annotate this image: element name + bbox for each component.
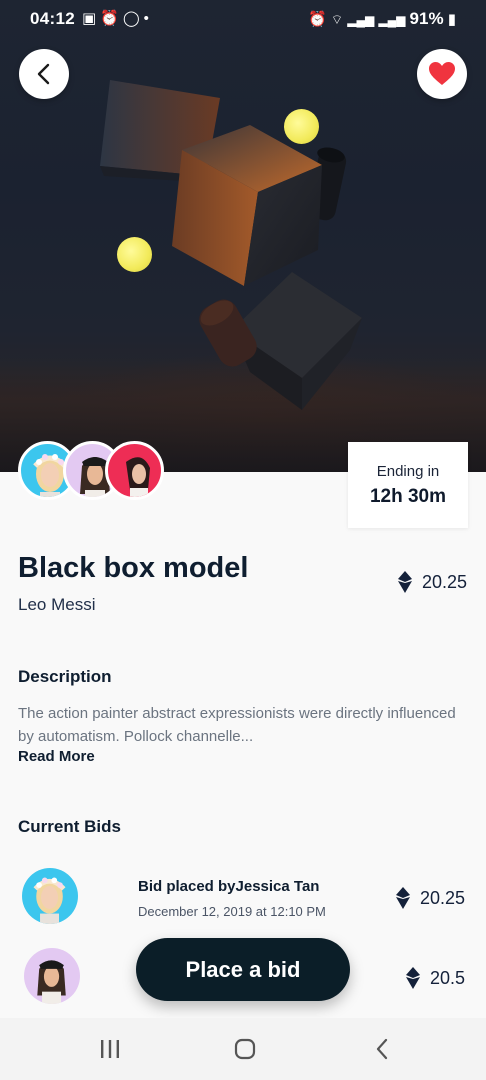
avatar-owner-3[interactable]	[105, 441, 164, 500]
alarm-icon: ⏰	[100, 10, 123, 27]
description-heading: Description	[18, 667, 112, 686]
ethereum-icon	[397, 571, 412, 593]
signal-icon: ▂▄▆	[378, 13, 406, 27]
alarm-icon: ⏰	[307, 11, 327, 28]
home-button[interactable]	[225, 1018, 265, 1080]
bid-price-value: 20.25	[419, 887, 465, 908]
hero-artwork: 04:12 ▣⏰◯• ⏰ ⌔ ▂▄▆ ▂▄▆ 91% ▮	[0, 0, 486, 472]
signal-icon: ▂▄▆	[347, 13, 375, 27]
avatar-image	[126, 457, 150, 497]
system-nav-bar	[0, 1018, 486, 1080]
avatar-image	[33, 877, 66, 924]
chevron-left-icon	[37, 63, 50, 85]
wifi-icon: ⌔	[330, 12, 344, 27]
dot-icon: •	[143, 10, 153, 27]
heart-icon	[429, 62, 455, 85]
battery-icon: ▮	[447, 11, 456, 28]
recent-apps-button[interactable]	[90, 1018, 130, 1080]
favorite-button[interactable]	[417, 49, 467, 99]
bid-placed-by: Bid placed byJessica Tan	[138, 878, 320, 895]
bid-price-value: 20.5	[429, 967, 465, 988]
ethereum-icon	[395, 887, 410, 909]
ethereum-icon	[405, 967, 420, 989]
system-icons: ⏰ ⌔ ▂▄▆ ▂▄▆ 91% ▮	[308, 9, 456, 29]
item-artist[interactable]: Leo Messi	[18, 595, 95, 615]
auction-ending-card: Ending in 12h 30m	[348, 442, 468, 528]
item-title: Black box model	[18, 552, 249, 584]
bidder-avatar	[24, 948, 80, 1004]
place-bid-button[interactable]: Place a bid	[136, 938, 350, 1001]
image-icon: ▣	[82, 10, 101, 27]
yellow-sphere	[284, 109, 319, 144]
description-text: The action painter abstract expressionis…	[18, 705, 456, 745]
item-price: 20.25	[397, 571, 467, 593]
yellow-sphere	[117, 237, 152, 272]
system-back-button[interactable]	[362, 1018, 402, 1080]
item-price-value: 20.25	[421, 571, 467, 592]
bid-price: 20.25	[395, 887, 465, 909]
whatsapp-icon: ◯	[122, 10, 144, 27]
status-time: 04:12	[30, 9, 75, 28]
battery-level: 91%	[409, 9, 444, 28]
bid-price: 20.5	[405, 967, 465, 989]
home-icon	[234, 1038, 256, 1060]
ending-countdown: 12h 30m	[369, 486, 447, 507]
ending-label: Ending in	[376, 463, 440, 480]
status-bar: 04:12 ▣⏰◯• ⏰ ⌔ ▂▄▆ ▂▄▆ 91% ▮	[0, 0, 486, 38]
avatar-image	[37, 960, 66, 1004]
recent-apps-icon	[101, 1040, 119, 1058]
artwork-3d-shapes	[100, 80, 362, 410]
back-arrow-icon	[376, 1038, 388, 1060]
bidder-avatar	[22, 868, 78, 924]
bid-date: December 12, 2019 at 12:10 PM	[138, 904, 326, 919]
read-more-link[interactable]: Read More	[18, 748, 95, 765]
notification-icons: ▣⏰◯•	[82, 9, 153, 27]
back-button[interactable]	[19, 49, 69, 99]
current-bids-heading: Current Bids	[18, 817, 121, 836]
